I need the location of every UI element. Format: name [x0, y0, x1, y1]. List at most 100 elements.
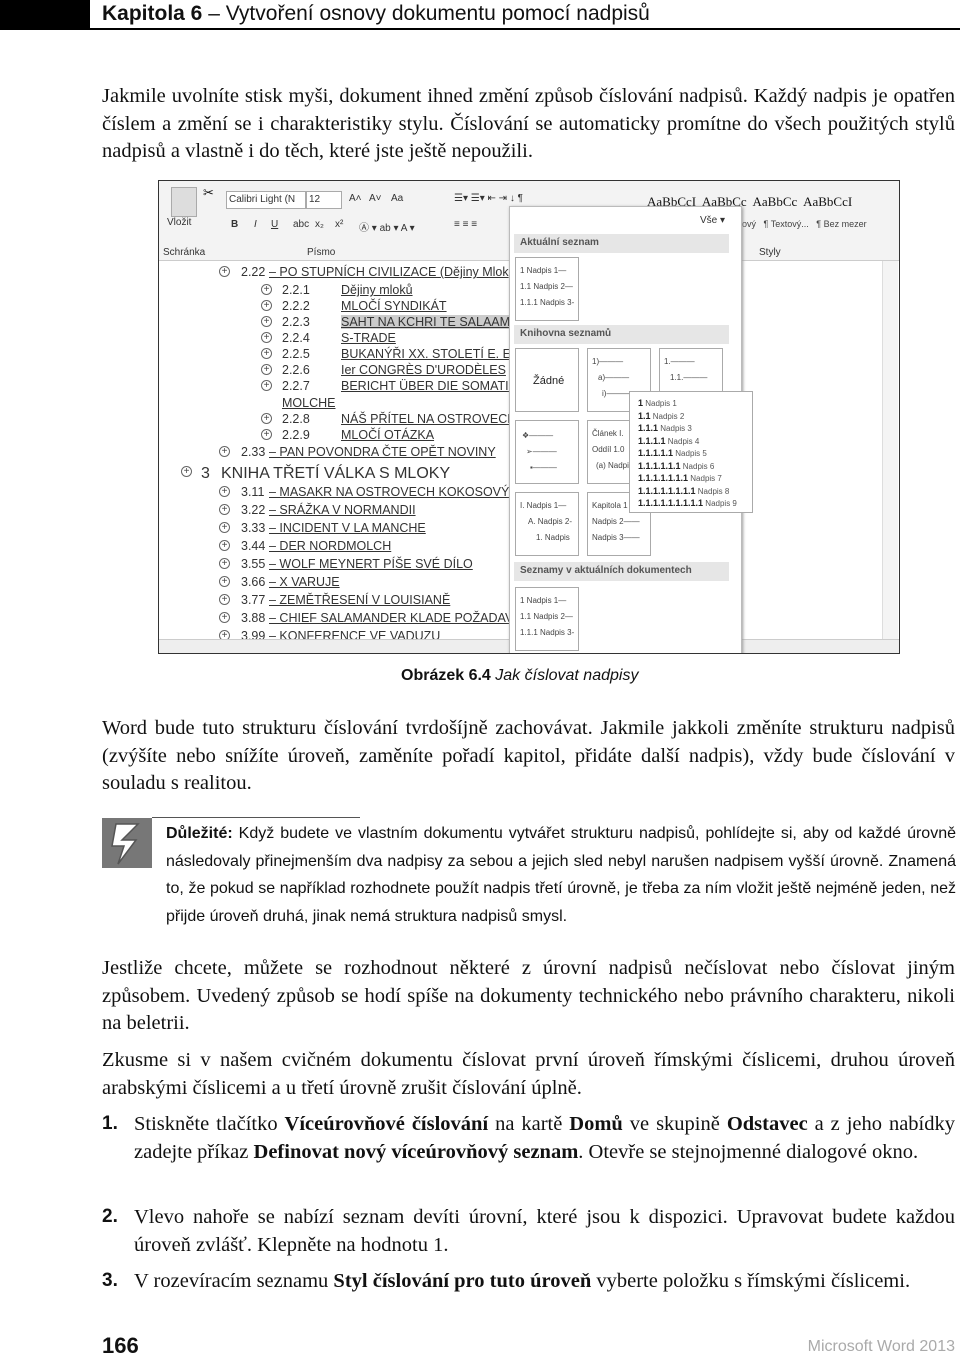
expand-icon[interactable]: +: [261, 316, 272, 327]
list-line: i)———: [602, 389, 631, 398]
section-current-list: Aktuální seznam: [514, 234, 729, 253]
list-option-current[interactable]: 1 Nadpis 1— 1.1 Nadpis 2— 1.1.1 Nadpis 3…: [515, 257, 579, 321]
change-case-button[interactable]: Aa: [391, 193, 403, 204]
bold-button[interactable]: B: [231, 219, 238, 230]
outline-text: – MASAKR NA OSTROVECH KOKOSOVÝCH: [269, 485, 528, 499]
filter-all-button[interactable]: Vše ▾: [700, 215, 725, 226]
list-line: I. Nadpis 1—: [520, 501, 567, 510]
outline-number: 2.2.1: [282, 283, 310, 297]
outline-number: 3.66: [241, 575, 266, 589]
paragraph-3: Jestliže chcete, můžete se rozhodnout ně…: [102, 957, 955, 1034]
outline-text: – PO STUPNÍCH CIVILIZACE (Dějiny Mlok: [269, 265, 509, 279]
expand-icon[interactable]: +: [219, 594, 230, 605]
font-group-label: Písmo: [307, 247, 336, 258]
section-list-library: Knihovna seznamů: [514, 325, 729, 344]
outline-text: NÁŠ PŘÍTEL NA OSTROVECH G: [341, 412, 530, 426]
expand-icon[interactable]: +: [219, 504, 230, 515]
expand-icon[interactable]: +: [261, 300, 272, 311]
outline-number: 3.33: [241, 521, 266, 535]
outline-text: BUKANÝŘI XX. STOLETÍ E. E. K.: [341, 347, 530, 361]
outline-text: – PAN POVONDRA ČTE OPĚT NOVINY: [269, 445, 496, 459]
outline-text: Dějiny mloků: [341, 283, 413, 297]
outline-text: – ZEMĚTŘESENÍ V LOUISIANĚ: [269, 593, 451, 607]
font-name-select[interactable]: Calibri Light (N: [226, 191, 306, 209]
tooltip-level: 1.1.1 Nadpis 3: [638, 423, 692, 433]
list-preview-tooltip: 1 Nadpis 1 1.1 Nadpis 2 1.1.1 Nadpis 3 1.1.…: [629, 391, 753, 513]
figure-screenshot: Vložit ✂ Schránka Calibri Light (N 12 A˄…: [158, 180, 900, 654]
expand-icon[interactable]: +: [261, 332, 272, 343]
subscript-button[interactable]: x₂: [315, 219, 324, 230]
list-line: 1.1 Nadpis 2—: [520, 282, 573, 291]
important-note: Důležité: Když budete ve vlastním dokume…: [166, 825, 956, 925]
outline-text: – DER NORDMOLCH: [269, 539, 392, 553]
expand-icon[interactable]: +: [181, 466, 192, 477]
font-size-select[interactable]: 12: [306, 191, 342, 209]
expand-icon[interactable]: +: [219, 446, 230, 457]
expand-icon[interactable]: +: [219, 558, 230, 569]
outline-number: 2.2.6: [282, 363, 310, 377]
none-label: Žádné: [533, 375, 565, 387]
outline-text: MLOČÍ SYNDIKÁT: [341, 299, 447, 313]
align-icon[interactable]: ≡ ≡ ≡: [454, 219, 477, 230]
list-option-bullets[interactable]: ❖——— ➢——— ▪———: [515, 420, 579, 484]
outline-number: 3.22: [241, 503, 266, 517]
outline-text: Ier CONGRÈS D'URODÈLES: [341, 363, 506, 377]
list-line: 1 Nadpis 1—: [520, 266, 567, 275]
expand-icon[interactable]: +: [261, 284, 272, 295]
step-1: Stiskněte tlačítko Víceúrovňové číslován…: [134, 1113, 955, 1163]
expand-icon[interactable]: +: [261, 364, 272, 375]
figure-caption: Obrázek 6.4 Jak číslovat nadpisy: [401, 667, 639, 684]
outline-text: – CHIEF SALAMANDER KLADE POŽADAVK: [269, 611, 522, 625]
cut-icon[interactable]: ✂: [203, 185, 214, 201]
style-preview[interactable]: AaBbCcI: [803, 194, 852, 209]
list-line: Nadpis 3——: [592, 533, 640, 542]
expand-icon[interactable]: +: [219, 486, 230, 497]
list-line: Oddíl 1.0: [592, 445, 625, 454]
list-line: A. Nadpis 2-: [528, 517, 573, 526]
expand-icon[interactable]: +: [219, 522, 230, 533]
text-effects-icon[interactable]: Ⓐ ▾ ab ▾ A ▾: [359, 219, 415, 234]
list-line: Nadpis 2——: [592, 517, 640, 526]
grow-font-button[interactable]: A˄: [349, 193, 362, 204]
outline-number: 3.44: [241, 539, 266, 553]
strikethrough-button[interactable]: abc: [293, 219, 309, 230]
style-preview[interactable]: AaBbCc: [752, 194, 797, 209]
paste-button[interactable]: Vložit: [167, 217, 191, 228]
outline-number: 2.2.8: [282, 412, 310, 426]
tooltip-level: 1.1.1.1.1 Nadpis 5: [638, 448, 707, 458]
tooltip-level: 1.1.1.1 Nadpis 4: [638, 435, 700, 446]
page-number: 166: [102, 1333, 139, 1358]
expand-icon[interactable]: +: [219, 266, 230, 277]
superscript-button[interactable]: x²: [335, 219, 343, 230]
expand-icon[interactable]: +: [219, 540, 230, 551]
list-option-roman[interactable]: I. Nadpis 1— A. Nadpis 2- 1. Nadpis: [515, 492, 579, 556]
expand-icon[interactable]: +: [219, 576, 230, 587]
expand-icon[interactable]: +: [261, 429, 272, 440]
paragraph-1: Jakmile uvolníte stisk myši, dokument ih…: [102, 85, 955, 162]
expand-icon[interactable]: +: [219, 612, 230, 623]
paragraph-2: Word bude tuto strukturu číslování tvrdo…: [102, 717, 955, 794]
bullets-icon[interactable]: ☰▾ ☰▾ ⇤ ⇥ ↓ ¶: [454, 193, 523, 204]
shrink-font-button[interactable]: A˅: [369, 193, 382, 204]
list-option-none[interactable]: Žádné: [515, 348, 579, 412]
running-header: Kapitola 6 – Vytvoření osnovy dokumentu …: [102, 2, 650, 25]
clipboard-group-label: Schránka: [163, 247, 206, 258]
outline-text: BERICHT ÜBER DIE SOMATISC: [341, 379, 526, 393]
list-line: 1. Nadpis: [536, 533, 570, 542]
underline-button[interactable]: U: [271, 219, 278, 230]
vertical-scrollbar[interactable]: [882, 261, 898, 639]
paste-icon[interactable]: [171, 187, 197, 217]
list-line: ❖———: [522, 431, 554, 440]
outline-text: MLOČÍ OTÁZKA: [341, 428, 435, 442]
italic-button[interactable]: I: [254, 219, 257, 230]
expand-icon[interactable]: +: [261, 348, 272, 359]
list-line: ▪———: [530, 463, 557, 472]
expand-icon[interactable]: +: [261, 380, 272, 391]
expand-icon[interactable]: +: [261, 413, 272, 424]
outline-number: 2.22: [241, 265, 266, 279]
step-number: 1.: [102, 1113, 118, 1134]
step-3: V rozevíracím seznamu Styl číslování pro…: [134, 1270, 911, 1292]
outline-number: 2.2.7: [282, 379, 310, 393]
list-option-document[interactable]: 1 Nadpis 1— 1.1 Nadpis 2— 1.1.1 Nadpis 3…: [515, 587, 579, 651]
outline-number: 2.2.3: [282, 315, 310, 329]
